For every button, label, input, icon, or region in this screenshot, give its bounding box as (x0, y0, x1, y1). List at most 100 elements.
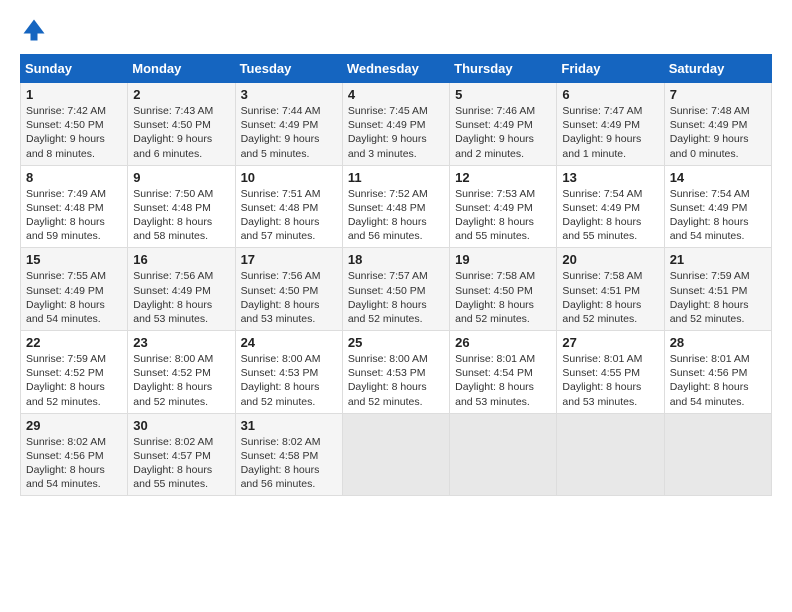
calendar-cell: 21 Sunrise: 7:59 AMSunset: 4:51 PMDaylig… (664, 248, 771, 331)
cell-info: Sunrise: 7:56 AMSunset: 4:50 PMDaylight:… (241, 270, 321, 325)
calendar-cell: 18 Sunrise: 7:57 AMSunset: 4:50 PMDaylig… (342, 248, 449, 331)
calendar-week-2: 8 Sunrise: 7:49 AMSunset: 4:48 PMDayligh… (21, 165, 772, 248)
calendar-cell: 29 Sunrise: 8:02 AMSunset: 4:56 PMDaylig… (21, 413, 128, 496)
calendar-cell: 6 Sunrise: 7:47 AMSunset: 4:49 PMDayligh… (557, 83, 664, 166)
day-number: 22 (26, 335, 122, 350)
calendar-cell: 10 Sunrise: 7:51 AMSunset: 4:48 PMDaylig… (235, 165, 342, 248)
day-number: 14 (670, 170, 766, 185)
cell-info: Sunrise: 7:56 AMSunset: 4:49 PMDaylight:… (133, 270, 213, 325)
calendar-cell: 13 Sunrise: 7:54 AMSunset: 4:49 PMDaylig… (557, 165, 664, 248)
cell-info: Sunrise: 7:54 AMSunset: 4:49 PMDaylight:… (562, 188, 642, 243)
day-number: 24 (241, 335, 337, 350)
cell-info: Sunrise: 7:43 AMSunset: 4:50 PMDaylight:… (133, 105, 213, 160)
calendar-header: SundayMondayTuesdayWednesdayThursdayFrid… (21, 55, 772, 83)
day-number: 5 (455, 87, 551, 102)
calendar-cell: 11 Sunrise: 7:52 AMSunset: 4:48 PMDaylig… (342, 165, 449, 248)
day-header-friday: Friday (557, 55, 664, 83)
calendar-body: 1 Sunrise: 7:42 AMSunset: 4:50 PMDayligh… (21, 83, 772, 496)
day-number: 7 (670, 87, 766, 102)
cell-info: Sunrise: 7:59 AMSunset: 4:52 PMDaylight:… (26, 353, 106, 408)
calendar-week-4: 22 Sunrise: 7:59 AMSunset: 4:52 PMDaylig… (21, 331, 772, 414)
calendar-cell: 1 Sunrise: 7:42 AMSunset: 4:50 PMDayligh… (21, 83, 128, 166)
cell-info: Sunrise: 8:02 AMSunset: 4:58 PMDaylight:… (241, 436, 321, 491)
page-container: SundayMondayTuesdayWednesdayThursdayFrid… (0, 0, 792, 506)
cell-info: Sunrise: 7:47 AMSunset: 4:49 PMDaylight:… (562, 105, 642, 160)
calendar-cell (342, 413, 449, 496)
day-number: 8 (26, 170, 122, 185)
calendar-cell: 7 Sunrise: 7:48 AMSunset: 4:49 PMDayligh… (664, 83, 771, 166)
day-number: 21 (670, 252, 766, 267)
cell-info: Sunrise: 7:59 AMSunset: 4:51 PMDaylight:… (670, 270, 750, 325)
cell-info: Sunrise: 7:55 AMSunset: 4:49 PMDaylight:… (26, 270, 106, 325)
calendar-cell (664, 413, 771, 496)
calendar-cell: 24 Sunrise: 8:00 AMSunset: 4:53 PMDaylig… (235, 331, 342, 414)
cell-info: Sunrise: 7:44 AMSunset: 4:49 PMDaylight:… (241, 105, 321, 160)
day-header-thursday: Thursday (450, 55, 557, 83)
calendar-week-5: 29 Sunrise: 8:02 AMSunset: 4:56 PMDaylig… (21, 413, 772, 496)
day-number: 2 (133, 87, 229, 102)
cell-info: Sunrise: 8:00 AMSunset: 4:53 PMDaylight:… (241, 353, 321, 408)
day-number: 9 (133, 170, 229, 185)
day-header-monday: Monday (128, 55, 235, 83)
cell-info: Sunrise: 8:01 AMSunset: 4:54 PMDaylight:… (455, 353, 535, 408)
calendar-cell: 25 Sunrise: 8:00 AMSunset: 4:53 PMDaylig… (342, 331, 449, 414)
day-number: 1 (26, 87, 122, 102)
day-number: 6 (562, 87, 658, 102)
page-header (20, 16, 772, 44)
calendar-cell (557, 413, 664, 496)
header-row: SundayMondayTuesdayWednesdayThursdayFrid… (21, 55, 772, 83)
calendar-cell: 23 Sunrise: 8:00 AMSunset: 4:52 PMDaylig… (128, 331, 235, 414)
calendar-cell: 22 Sunrise: 7:59 AMSunset: 4:52 PMDaylig… (21, 331, 128, 414)
day-header-saturday: Saturday (664, 55, 771, 83)
calendar-cell: 31 Sunrise: 8:02 AMSunset: 4:58 PMDaylig… (235, 413, 342, 496)
cell-info: Sunrise: 8:02 AMSunset: 4:56 PMDaylight:… (26, 436, 106, 491)
day-number: 13 (562, 170, 658, 185)
day-number: 3 (241, 87, 337, 102)
cell-info: Sunrise: 8:00 AMSunset: 4:52 PMDaylight:… (133, 353, 213, 408)
day-number: 15 (26, 252, 122, 267)
calendar-cell: 16 Sunrise: 7:56 AMSunset: 4:49 PMDaylig… (128, 248, 235, 331)
day-number: 18 (348, 252, 444, 267)
cell-info: Sunrise: 7:45 AMSunset: 4:49 PMDaylight:… (348, 105, 428, 160)
cell-info: Sunrise: 7:58 AMSunset: 4:51 PMDaylight:… (562, 270, 642, 325)
logo-icon (20, 16, 48, 44)
calendar-cell: 8 Sunrise: 7:49 AMSunset: 4:48 PMDayligh… (21, 165, 128, 248)
day-number: 27 (562, 335, 658, 350)
calendar-cell: 12 Sunrise: 7:53 AMSunset: 4:49 PMDaylig… (450, 165, 557, 248)
day-number: 20 (562, 252, 658, 267)
calendar-cell: 14 Sunrise: 7:54 AMSunset: 4:49 PMDaylig… (664, 165, 771, 248)
day-header-tuesday: Tuesday (235, 55, 342, 83)
calendar-cell: 15 Sunrise: 7:55 AMSunset: 4:49 PMDaylig… (21, 248, 128, 331)
day-number: 23 (133, 335, 229, 350)
cell-info: Sunrise: 7:42 AMSunset: 4:50 PMDaylight:… (26, 105, 106, 160)
day-number: 30 (133, 418, 229, 433)
calendar-cell (450, 413, 557, 496)
day-number: 29 (26, 418, 122, 433)
day-number: 11 (348, 170, 444, 185)
cell-info: Sunrise: 7:53 AMSunset: 4:49 PMDaylight:… (455, 188, 535, 243)
cell-info: Sunrise: 7:51 AMSunset: 4:48 PMDaylight:… (241, 188, 321, 243)
calendar-cell: 26 Sunrise: 8:01 AMSunset: 4:54 PMDaylig… (450, 331, 557, 414)
day-header-sunday: Sunday (21, 55, 128, 83)
day-number: 26 (455, 335, 551, 350)
day-number: 4 (348, 87, 444, 102)
day-number: 19 (455, 252, 551, 267)
day-number: 31 (241, 418, 337, 433)
cell-info: Sunrise: 7:50 AMSunset: 4:48 PMDaylight:… (133, 188, 213, 243)
day-number: 16 (133, 252, 229, 267)
logo (20, 16, 52, 44)
calendar-cell: 3 Sunrise: 7:44 AMSunset: 4:49 PMDayligh… (235, 83, 342, 166)
calendar-week-3: 15 Sunrise: 7:55 AMSunset: 4:49 PMDaylig… (21, 248, 772, 331)
calendar-cell: 2 Sunrise: 7:43 AMSunset: 4:50 PMDayligh… (128, 83, 235, 166)
cell-info: Sunrise: 7:48 AMSunset: 4:49 PMDaylight:… (670, 105, 750, 160)
cell-info: Sunrise: 8:00 AMSunset: 4:53 PMDaylight:… (348, 353, 428, 408)
calendar-cell: 17 Sunrise: 7:56 AMSunset: 4:50 PMDaylig… (235, 248, 342, 331)
calendar-cell: 4 Sunrise: 7:45 AMSunset: 4:49 PMDayligh… (342, 83, 449, 166)
day-number: 17 (241, 252, 337, 267)
calendar-cell: 9 Sunrise: 7:50 AMSunset: 4:48 PMDayligh… (128, 165, 235, 248)
day-number: 12 (455, 170, 551, 185)
calendar-cell: 20 Sunrise: 7:58 AMSunset: 4:51 PMDaylig… (557, 248, 664, 331)
cell-info: Sunrise: 7:46 AMSunset: 4:49 PMDaylight:… (455, 105, 535, 160)
day-number: 10 (241, 170, 337, 185)
cell-info: Sunrise: 7:57 AMSunset: 4:50 PMDaylight:… (348, 270, 428, 325)
